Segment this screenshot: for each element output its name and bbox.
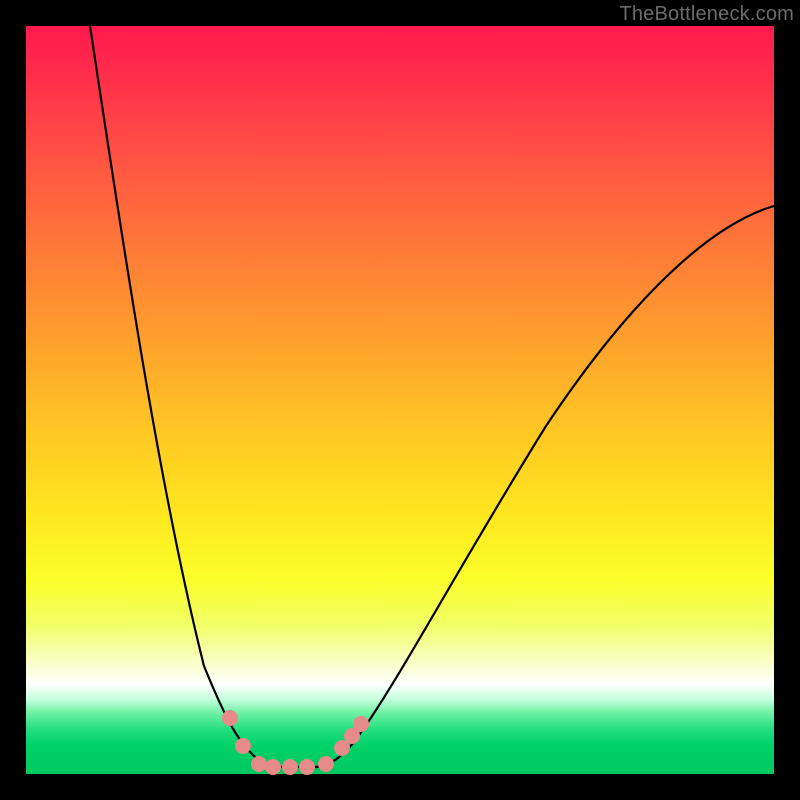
marker-dot [235,738,251,754]
curve-group [90,26,774,767]
marker-dot [222,710,238,726]
marker-dot [282,759,298,775]
chart-svg [26,26,774,774]
marker-dot [265,759,281,775]
markers-group [222,710,369,775]
watermark-text: TheBottleneck.com [619,3,794,26]
marker-dot [318,756,334,772]
plot-area [26,26,774,774]
marker-dot [251,756,267,772]
marker-dot [353,716,369,732]
marker-dot [299,759,315,775]
series-bottleneck-curve [90,26,774,767]
outer-frame: TheBottleneck.com [0,0,800,800]
